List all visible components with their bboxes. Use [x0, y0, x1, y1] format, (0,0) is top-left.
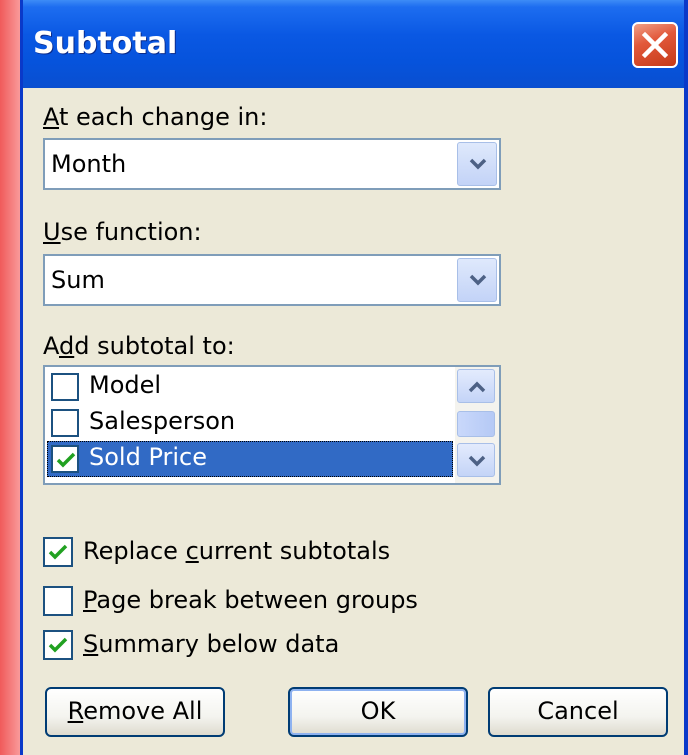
title-bar[interactable]: Subtotal — [23, 0, 684, 88]
replace-subtotals-option[interactable]: Replace current subtotals — [43, 535, 503, 571]
subtotal-dialog: Subtotal At each change in: Month Use fu… — [20, 0, 688, 755]
scroll-thumb[interactable] — [457, 411, 495, 437]
change-in-dropdown-button[interactable] — [457, 142, 497, 186]
scroll-down-button[interactable] — [457, 443, 495, 477]
cancel-button[interactable]: Cancel — [488, 687, 668, 737]
model-checkbox[interactable] — [51, 373, 79, 401]
change-in-combobox[interactable]: Month — [43, 138, 501, 190]
use-function-label: Use function: — [43, 218, 202, 246]
change-in-label: At each change in: — [43, 103, 268, 131]
salesperson-checkbox[interactable] — [51, 409, 79, 437]
dialog-title: Subtotal — [33, 26, 178, 61]
summary-below-checkbox[interactable] — [43, 630, 73, 660]
checkmark-icon — [48, 637, 68, 653]
scroll-up-button[interactable] — [457, 369, 495, 403]
add-subtotal-label: Add subtotal to: — [43, 332, 235, 360]
listbox-scrollbar[interactable] — [455, 367, 499, 483]
replace-subtotals-label: Replace current subtotals — [83, 537, 391, 565]
ok-button[interactable]: OK — [288, 687, 468, 737]
remove-all-button[interactable]: Remove All — [45, 687, 225, 737]
chevron-down-icon — [469, 274, 487, 286]
chevron-down-icon — [469, 158, 487, 170]
list-item-label: Model — [89, 371, 162, 399]
list-item-label: Sold Price — [89, 443, 207, 471]
summary-below-label: Summary below data — [83, 630, 340, 658]
page-break-label: Page break between groups — [83, 586, 418, 614]
list-item-label: Salesperson — [89, 407, 236, 435]
page-break-checkbox[interactable] — [43, 586, 73, 616]
close-button[interactable] — [632, 22, 678, 68]
close-icon — [641, 31, 669, 59]
chevron-down-icon — [468, 455, 486, 467]
chevron-up-icon — [468, 381, 486, 393]
page-break-option[interactable]: Page break between groups — [43, 584, 503, 620]
checkmark-icon — [48, 544, 68, 560]
change-in-value: Month — [51, 150, 127, 178]
checkmark-icon — [56, 452, 76, 468]
list-item-model[interactable]: Model — [47, 369, 453, 405]
summary-below-option[interactable]: Summary below data — [43, 628, 503, 664]
list-item-salesperson[interactable]: Salesperson — [47, 405, 453, 441]
replace-subtotals-checkbox[interactable] — [43, 537, 73, 567]
sold-price-checkbox[interactable] — [51, 445, 79, 473]
list-item-sold-price[interactable]: Sold Price — [47, 441, 453, 477]
add-subtotal-listbox[interactable]: Model Salesperson Sold Price — [43, 365, 501, 485]
use-function-value: Sum — [51, 266, 105, 294]
use-function-combobox[interactable]: Sum — [43, 254, 501, 306]
use-function-dropdown-button[interactable] — [457, 258, 497, 302]
